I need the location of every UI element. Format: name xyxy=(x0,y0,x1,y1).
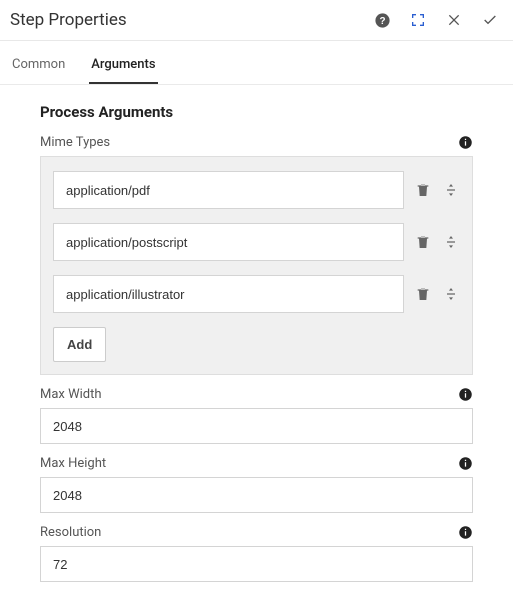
dialog-title: Step Properties xyxy=(10,10,127,30)
info-icon[interactable] xyxy=(458,525,473,540)
mime-row xyxy=(53,223,460,261)
info-icon[interactable] xyxy=(458,135,473,150)
section-heading: Process Arguments xyxy=(40,103,473,121)
tab-content: Process Arguments Mime Types xyxy=(0,85,513,602)
info-icon[interactable] xyxy=(458,387,473,402)
reorder-icon[interactable] xyxy=(442,285,460,303)
mime-input[interactable] xyxy=(53,223,404,261)
resolution-label: Resolution xyxy=(40,525,101,540)
help-icon[interactable]: ? xyxy=(373,11,391,29)
header-actions: ? xyxy=(373,11,499,29)
add-button[interactable]: Add xyxy=(53,327,106,362)
info-icon[interactable] xyxy=(458,456,473,471)
reorder-icon[interactable] xyxy=(442,181,460,199)
tab-arguments[interactable]: Arguments xyxy=(89,45,157,84)
svg-text:?: ? xyxy=(379,16,385,27)
mime-input[interactable] xyxy=(53,275,404,313)
max-width-label: Max Width xyxy=(40,387,102,402)
mime-input[interactable] xyxy=(53,171,404,209)
mime-row xyxy=(53,171,460,209)
max-height-input[interactable] xyxy=(40,477,473,513)
delete-icon[interactable] xyxy=(414,181,432,199)
max-height-label: Max Height xyxy=(40,456,106,471)
tabs: Common Arguments xyxy=(0,45,513,85)
tab-common[interactable]: Common xyxy=(10,45,67,84)
mime-types-multifield: Add xyxy=(40,156,473,375)
reorder-icon[interactable] xyxy=(442,233,460,251)
delete-icon[interactable] xyxy=(414,285,432,303)
delete-icon[interactable] xyxy=(414,233,432,251)
mime-row xyxy=(53,275,460,313)
fullscreen-icon[interactable] xyxy=(409,11,427,29)
dialog-header: Step Properties ? xyxy=(0,0,513,41)
mime-types-label: Mime Types xyxy=(40,135,110,150)
close-icon[interactable] xyxy=(445,11,463,29)
resolution-input[interactable] xyxy=(40,546,473,582)
max-width-input[interactable] xyxy=(40,408,473,444)
confirm-icon[interactable] xyxy=(481,11,499,29)
